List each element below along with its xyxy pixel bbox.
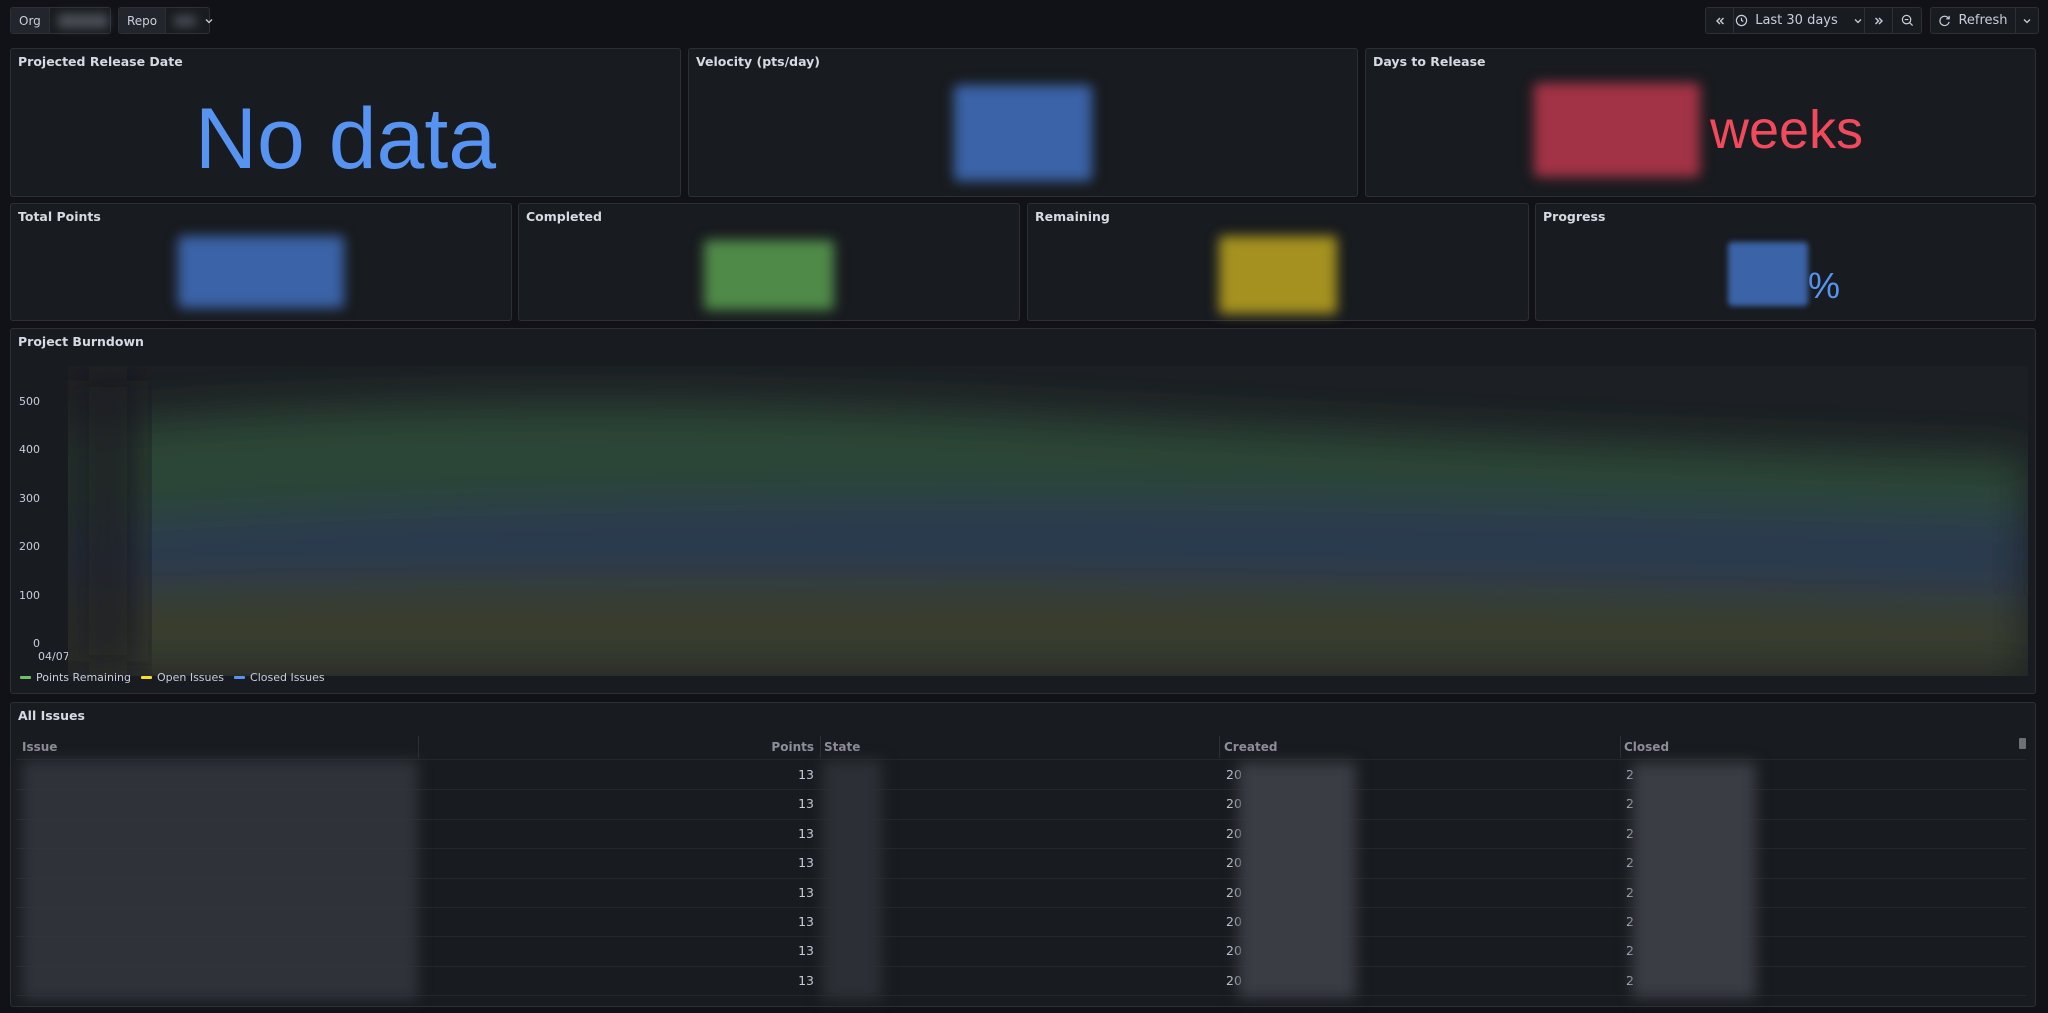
column-separator xyxy=(1620,736,1621,758)
repo-variable-value[interactable] xyxy=(166,8,222,33)
y-tick-label: 200 xyxy=(19,540,40,554)
closed-column-redaction xyxy=(1632,762,1756,998)
legend-label: Points Remaining xyxy=(36,671,131,684)
remaining-panel: Remaining xyxy=(1027,203,1529,321)
org-variable-label: Org xyxy=(11,8,50,33)
state-column-redaction xyxy=(822,760,882,1000)
points-cell: 13 xyxy=(798,972,814,988)
org-variable[interactable]: Org xyxy=(10,7,111,34)
panel-title: All Issues xyxy=(18,708,85,723)
days-to-release-panel: Days to Release weeks xyxy=(1365,48,2036,197)
legend-item[interactable]: Open Issues xyxy=(140,671,225,684)
total-points-panel: Total Points xyxy=(10,203,512,321)
created-column-redaction xyxy=(1238,762,1356,998)
clock-icon xyxy=(1735,14,1748,27)
y-tick-label: 500 xyxy=(19,395,40,408)
dashboard-toolbar: Org Repo Last 30 days Refresh xyxy=(0,0,2048,42)
completed-panel: Completed xyxy=(518,203,1020,321)
total-points-value xyxy=(11,236,511,311)
time-shift-back-button[interactable] xyxy=(1705,7,1734,34)
table-scrollbar[interactable] xyxy=(2019,738,2026,749)
column-separator xyxy=(418,736,419,758)
y-tick-label: 0 xyxy=(33,637,40,650)
completed-value xyxy=(519,240,1019,313)
zoom-out-icon xyxy=(1901,14,1913,27)
chevron-down-icon xyxy=(1854,18,1862,23)
velocity-panel: Velocity (pts/day) xyxy=(688,48,1358,197)
column-separator xyxy=(1219,736,1220,758)
panel-title: Progress xyxy=(1543,209,1606,224)
y-tick-label: 300 xyxy=(19,491,40,505)
burndown-plot-area xyxy=(68,366,2028,676)
time-range-label: Last 30 days xyxy=(1755,13,1838,28)
column-header[interactable]: State xyxy=(824,736,1220,758)
points-cell: 13 xyxy=(798,855,814,871)
legend-item[interactable]: Points Remaining xyxy=(20,671,131,684)
column-header[interactable]: Issue xyxy=(22,736,418,758)
x-tick-label: 04/07 xyxy=(38,650,70,663)
panel-title: Velocity (pts/day) xyxy=(696,54,821,69)
legend-swatch xyxy=(234,676,246,679)
panel-title: Remaining xyxy=(1035,209,1110,224)
column-header[interactable]: Closed xyxy=(1624,736,2020,758)
y-tick-label: 100 xyxy=(19,588,40,602)
points-cell: 13 xyxy=(798,884,814,900)
repo-variable[interactable]: Repo xyxy=(118,7,213,34)
chart-legend: Points Remaining Open Issues Closed Issues xyxy=(20,671,325,684)
chevron-down-icon xyxy=(205,18,213,23)
zoom-out-button[interactable] xyxy=(1892,7,1922,34)
progress-value: % xyxy=(1728,242,1840,306)
legend-item[interactable]: Closed Issues xyxy=(234,671,325,684)
days-to-release-unit: weeks xyxy=(1710,100,1864,160)
column-separator xyxy=(820,736,821,758)
panel-title: Completed xyxy=(526,209,602,224)
points-cell: 13 xyxy=(798,914,814,929)
time-shift-forward-button[interactable] xyxy=(1864,7,1893,34)
panel-title: Total Points xyxy=(18,209,101,224)
issue-column-redaction xyxy=(22,760,418,1000)
column-header[interactable]: Created xyxy=(1224,736,1620,758)
open-issues-area xyxy=(68,578,2028,676)
legend-label: Open Issues xyxy=(156,671,225,684)
days-to-release-value: weeks xyxy=(1534,83,1863,177)
refresh-interval-dropdown[interactable] xyxy=(2015,7,2039,34)
legend-label: Closed Issues xyxy=(250,671,325,684)
refresh-button[interactable]: Refresh xyxy=(1930,7,2016,34)
points-cell: 13 xyxy=(798,825,814,841)
refresh-icon xyxy=(1939,15,1951,27)
legend-swatch xyxy=(140,676,152,679)
panel-title: Project Burndown xyxy=(18,334,144,349)
projected-release-panel: Projected Release Date No data xyxy=(10,48,681,197)
chevrons-left-icon xyxy=(1715,17,1724,24)
points-cell: 13 xyxy=(798,943,814,959)
repo-variable-label: Repo xyxy=(119,8,167,33)
panel-title: Days to Release xyxy=(1373,54,1486,69)
chevrons-right-icon xyxy=(1874,17,1883,24)
projected-release-value: No data xyxy=(194,91,497,187)
progress-unit: % xyxy=(1808,265,1841,306)
org-variable-value[interactable] xyxy=(50,8,116,33)
y-tick-label: 400 xyxy=(19,443,40,457)
column-header[interactable]: Points xyxy=(418,736,814,758)
points-cell: 13 xyxy=(798,796,814,812)
remaining-value xyxy=(1028,236,1528,317)
progress-panel: Progress % xyxy=(1535,203,2036,321)
legend-swatch xyxy=(20,676,31,679)
panel-title: Projected Release Date xyxy=(18,54,183,69)
time-range-picker[interactable]: Last 30 days xyxy=(1733,7,1865,34)
chevron-down-icon xyxy=(2023,18,2031,23)
refresh-label: Refresh xyxy=(1958,13,2008,28)
points-cell: 13 xyxy=(798,767,814,782)
velocity-value xyxy=(689,85,1357,184)
